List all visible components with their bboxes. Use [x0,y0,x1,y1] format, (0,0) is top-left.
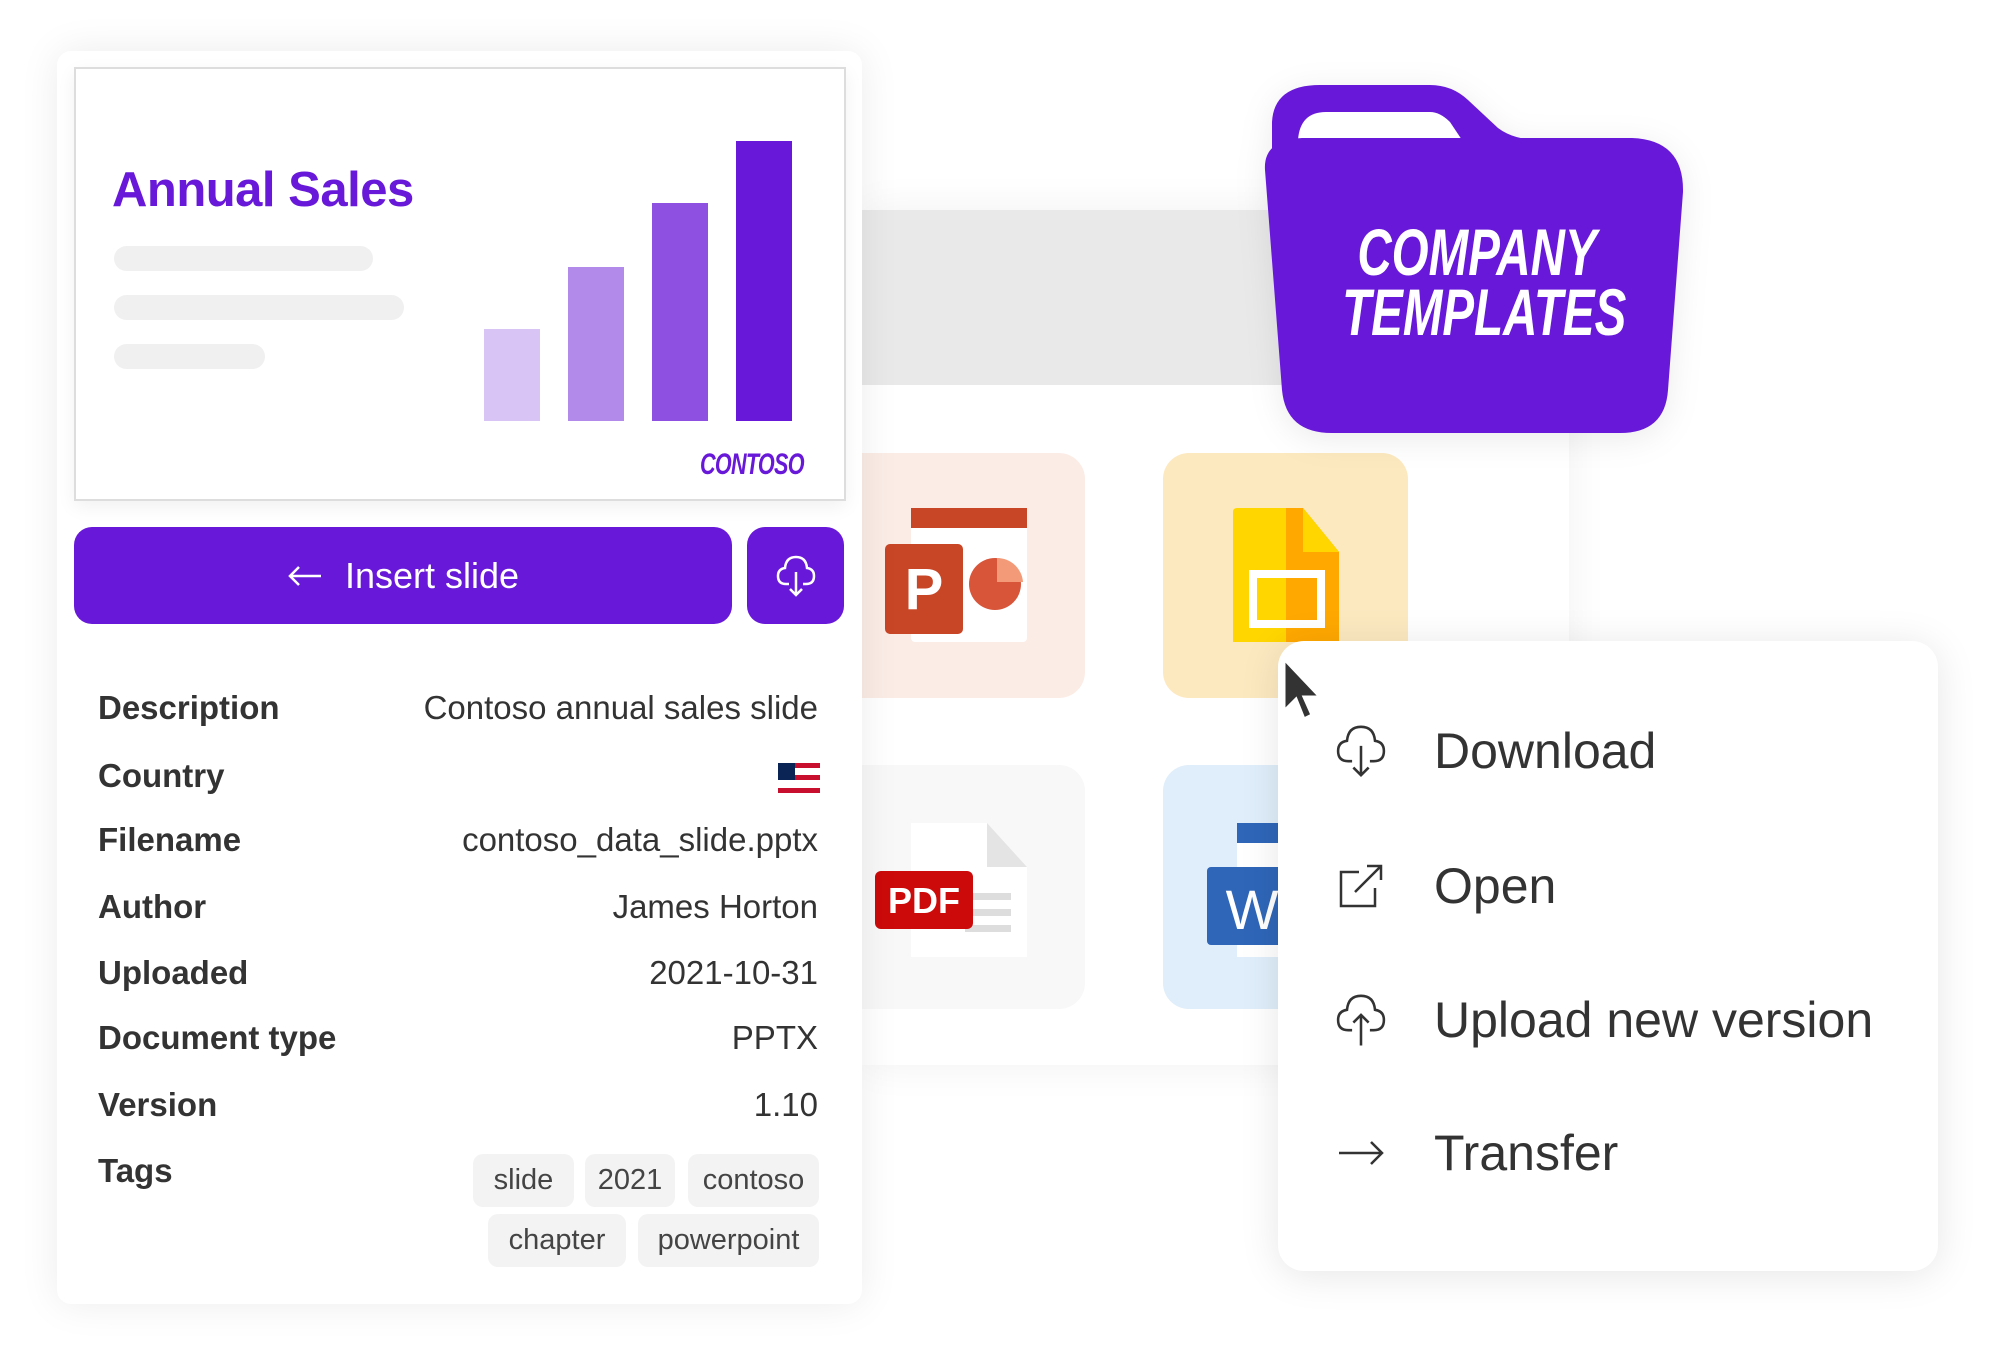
tag-chip[interactable]: chapter [488,1214,626,1267]
filename-label: Filename [98,821,242,858]
contoso-logo: CONTOSO [700,448,805,481]
placeholder-line [114,246,373,271]
cloud-download-icon [1330,720,1392,782]
tags-label: Tags [98,1152,173,1189]
arrow-left-icon [288,565,321,586]
pdf-icon: PDF [875,823,1027,957]
insert-slide-button[interactable]: Insert slide [74,527,732,624]
word-letter: W [1226,878,1279,941]
description-value: Contoso annual sales slide [423,689,818,726]
pdf-label: PDF [888,880,960,921]
slide-bar [568,267,624,421]
placeholder-line [114,344,265,369]
slide-preview [74,67,846,501]
tag-chip[interactable]: 2021 [585,1154,675,1207]
powerpoint-icon: P [885,508,1027,642]
uploaded-value: 2021-10-31 [649,954,818,991]
insert-slide-label: Insert slide [344,554,520,596]
uploaded-label: Uploaded [98,954,249,991]
google-slides-icon [1233,508,1339,642]
external-link-icon [1330,855,1392,917]
cloud-download-icon [776,555,815,597]
author-value: James Horton [612,888,818,925]
menu-item-open[interactable]: Open [1330,841,1890,931]
menu-item-label: Download [1434,723,1657,779]
filename-value: contoso_data_slide.pptx [462,821,818,858]
tag-chip[interactable]: contoso [688,1154,819,1207]
company-templates-folder-icon[interactable]: COMPANY TEMPLATES [1240,60,1720,460]
document-type-label: Document type [98,1019,337,1056]
menu-item-label: Open [1434,858,1557,914]
mouse-cursor-icon [1282,655,1324,722]
menu-item-label: Upload new version [1434,992,1874,1048]
slide-bar [652,203,708,421]
slide-title: Annual Sales [112,163,414,217]
us-flag-icon [778,763,820,793]
version-value: 1.10 [753,1086,818,1123]
menu-item-transfer[interactable]: Transfer [1330,1108,1890,1198]
country-label: Country [98,757,225,794]
author-label: Author [98,888,207,925]
description-label: Description [98,689,280,726]
folder-title-line2: TEMPLATES [1342,276,1626,349]
tag-chip[interactable]: slide [473,1154,574,1207]
download-button[interactable] [747,527,844,624]
slide-bar [736,141,792,421]
placeholder-line [114,295,404,320]
document-type-value: PPTX [731,1019,818,1056]
ppt-letter: P [905,557,944,622]
arrow-right-icon [1330,1122,1392,1184]
menu-item-download[interactable]: Download [1330,706,1890,796]
menu-item-label: Transfer [1434,1125,1619,1181]
slide-bar [484,329,540,421]
version-label: Version [98,1086,218,1123]
tag-chip[interactable]: powerpoint [638,1214,819,1267]
menu-item-upload-new-version[interactable]: Upload new version [1330,975,1890,1065]
cloud-upload-icon [1330,989,1392,1051]
